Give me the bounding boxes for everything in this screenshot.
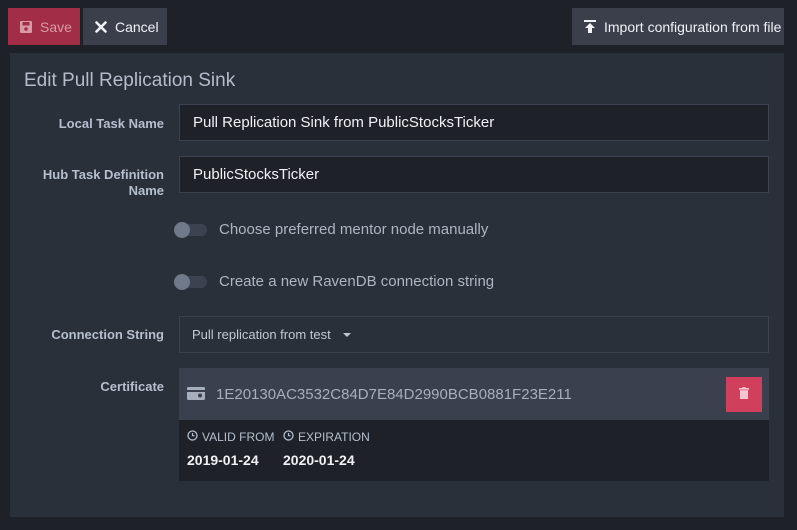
- close-icon: [95, 20, 107, 33]
- mentor-node-toggle[interactable]: [174, 221, 207, 238]
- import-label: Import configuration from file: [604, 18, 782, 35]
- clock-icon: [283, 430, 294, 444]
- hub-task-label-line2: Name: [128, 183, 164, 198]
- certificate-card: 1E20130AC3532C84D7E84D2990BCB0881F23E211…: [179, 368, 769, 481]
- delete-certificate-button[interactable]: [726, 377, 762, 412]
- cancel-label: Cancel: [115, 18, 159, 35]
- certificate-thumbprint: 1E20130AC3532C84D7E84D2990BCB0881F23E211: [216, 386, 572, 403]
- save-button[interactable]: Save: [8, 8, 80, 45]
- toggle-knob: [174, 273, 190, 290]
- new-connection-string-toggle[interactable]: [174, 273, 207, 290]
- expiration-label: EXPIRATION: [298, 430, 370, 444]
- certificate-label: Certificate: [100, 379, 164, 394]
- certificate-header: 1E20130AC3532C84D7E84D2990BCB0881F23E211: [179, 368, 769, 420]
- valid-from-meta: VALID FROM: [187, 430, 274, 444]
- connection-string-dropdown[interactable]: Pull replication from test: [179, 316, 769, 353]
- trash-icon: [739, 386, 749, 404]
- edit-panel: Edit Pull Replication Sink Local Task Na…: [10, 53, 784, 517]
- mentor-node-toggle-label: Choose preferred mentor node manually: [219, 221, 489, 238]
- hub-task-definition-name-input[interactable]: PublicStocksTicker: [179, 156, 769, 193]
- save-label: Save: [40, 18, 72, 35]
- new-connection-string-toggle-label: Create a new RavenDB connection string: [219, 273, 495, 290]
- connection-string-selected: Pull replication from test: [192, 327, 331, 342]
- connection-string-label: Connection String: [51, 327, 164, 342]
- import-configuration-button[interactable]: Import configuration from file: [572, 8, 784, 45]
- upload-icon: [584, 19, 596, 34]
- valid-from-label: VALID FROM: [202, 430, 275, 444]
- expiration-meta: EXPIRATION: [283, 430, 370, 444]
- hub-task-label-line1: Hub Task Definition: [42, 167, 164, 182]
- expiration-date: 2020-01-24: [283, 452, 355, 468]
- mentor-node-toggle-row: Choose preferred mentor node manually: [174, 221, 489, 238]
- hub-task-definition-name-label: Hub Task Definition Name: [43, 167, 164, 199]
- toolbar: Save Cancel Import configuration from fi…: [0, 0, 797, 52]
- save-icon: [20, 20, 32, 33]
- chevron-down-icon: [342, 332, 351, 337]
- page-title: Edit Pull Replication Sink: [24, 70, 236, 91]
- local-task-name-label: Local Task Name: [58, 116, 164, 131]
- connection-string-toggle-row: Create a new RavenDB connection string: [174, 273, 495, 290]
- cancel-button[interactable]: Cancel: [83, 8, 167, 45]
- valid-from-date: 2019-01-24: [187, 452, 259, 468]
- local-task-name-input[interactable]: Pull Replication Sink from PublicStocksT…: [179, 104, 769, 141]
- certificate-icon: [187, 387, 205, 405]
- clock-icon: [187, 430, 198, 444]
- toggle-knob: [174, 221, 190, 238]
